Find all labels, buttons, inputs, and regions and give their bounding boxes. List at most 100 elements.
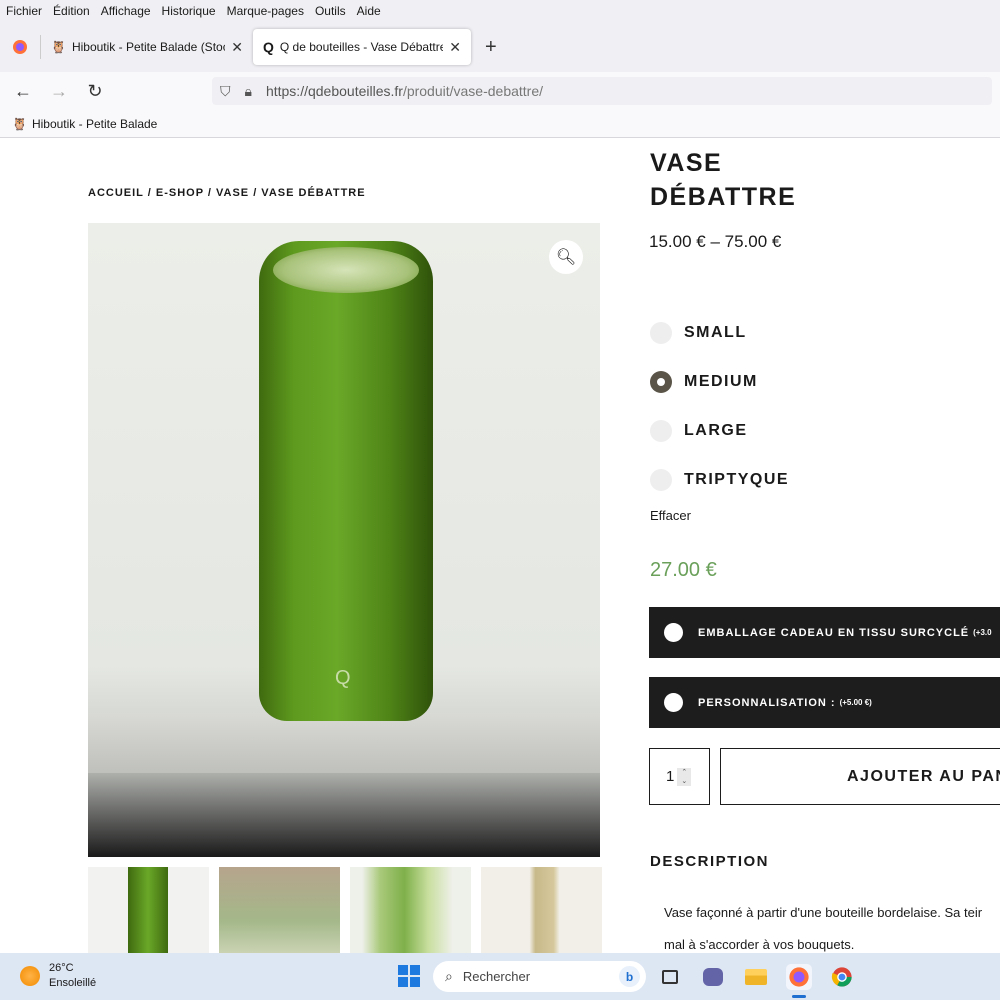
product-title-line2: DÉBATTRE <box>650 183 797 211</box>
url-path: /produit/vase-debattre/ <box>402 83 544 99</box>
menu-fichier[interactable]: Fichier <box>6 4 42 18</box>
addon-radio[interactable] <box>664 623 683 642</box>
addon-radio[interactable] <box>664 693 683 712</box>
selected-price: 27.00 € <box>650 559 717 581</box>
menu-edition[interactable]: Édition <box>53 4 90 18</box>
addon-extra: (+3.0 <box>973 628 992 637</box>
quantity-stepper[interactable]: 1 ⌃ ⌄ <box>649 748 710 805</box>
radio-small[interactable] <box>650 321 672 344</box>
active-app-indicator <box>792 995 806 998</box>
url-host: https://qdebouteilles.fr <box>265 83 403 99</box>
radio-triptyque[interactable] <box>650 468 672 491</box>
web-page: ACCUEIL / E-SHOP / VASE / VASE DÉBATTRE … <box>0 138 1000 953</box>
thumbnail-1[interactable] <box>88 867 209 953</box>
vase-rim <box>273 247 419 293</box>
firefox-view-button[interactable] <box>0 27 40 67</box>
firefox-icon <box>13 40 27 54</box>
weather-condition: Ensoleillé <box>49 977 97 989</box>
search-placeholder: Rechercher <box>462 969 531 984</box>
tab-title: Q de bouteilles - Vase Débattre <box>279 40 444 54</box>
thumbnail-2[interactable] <box>219 867 340 953</box>
tab-qdebouteilles[interactable]: Q Q de bouteilles - Vase Débattre ✕ <box>253 29 471 65</box>
menu-marque-pages[interactable]: Marque-pages <box>227 4 304 18</box>
task-view-icon[interactable] <box>657 964 683 990</box>
stepper-arrows-icon[interactable]: ⌃ ⌄ <box>677 767 692 786</box>
size-option-triptyque[interactable]: TRIPTYQUE <box>650 455 789 504</box>
arrow-left-icon: ← <box>14 80 32 101</box>
menu-historique[interactable]: Historique <box>162 4 216 18</box>
size-label: TRIPTYQUE <box>684 470 790 488</box>
description-title: DESCRIPTION <box>650 853 770 870</box>
addon-gift-wrap[interactable]: EMBALLAGE CADEAU EN TISSU SURCYCLÉ (+3.0 <box>649 607 1000 658</box>
shield-icon[interactable]: ⛉ <box>220 83 231 100</box>
menu-bar: Fichier Édition Affichage Historique Mar… <box>0 0 1000 22</box>
size-label: MEDIUM <box>684 372 758 390</box>
taskbar-search[interactable]: ⌕ Rechercher b <box>433 961 646 992</box>
tab-bar: 🦉 Hiboutik - Petite Balade (Stock ✕ Q Q … <box>0 22 1000 72</box>
price-range: 15.00 € – 75.00 € <box>649 232 782 251</box>
size-label: SMALL <box>684 323 747 341</box>
forward-button[interactable]: → <box>41 73 77 109</box>
chrome-icon[interactable] <box>829 964 855 990</box>
size-option-small[interactable]: SMALL <box>650 308 789 357</box>
reset-link[interactable]: Effacer <box>650 508 691 523</box>
firefox-taskbar-icon[interactable] <box>786 964 812 990</box>
q-logo-icon: Q <box>263 39 274 55</box>
thumbnail-gallery <box>88 867 602 953</box>
bing-icon[interactable]: b <box>619 966 640 987</box>
weather-widget[interactable]: 26°C Ensoleillé <box>20 961 96 991</box>
menu-aide[interactable]: Aide <box>357 4 381 18</box>
product-main-image[interactable]: Q 🔍︎ <box>88 223 600 857</box>
menu-outils[interactable]: Outils <box>315 4 346 18</box>
navigation-bar: ← → ↻ ⛉ 🔒︎ https://qdebouteilles.fr/prod… <box>0 72 1000 110</box>
addon-extra: (+5.00 €) <box>839 698 872 707</box>
quantity-value: 1 <box>666 768 675 785</box>
back-button[interactable]: ← <box>5 73 41 109</box>
weather-temperature: 26°C <box>49 962 74 974</box>
sun-icon <box>20 966 40 986</box>
bookmarks-bar: 🦉 Hiboutik - Petite Balade <box>0 110 1000 138</box>
description-text: Vase façonné à partir d'une bouteille bo… <box>664 897 1000 953</box>
zoom-button[interactable]: 🔍︎ <box>549 240 583 274</box>
breadcrumb[interactable]: ACCUEIL / E-SHOP / VASE / VASE DÉBATTRE <box>88 187 366 199</box>
url-bar[interactable]: ⛉ 🔒︎ https://qdebouteilles.fr/produit/va… <box>212 77 992 105</box>
image-ledge <box>88 713 600 773</box>
owl-icon: 🦉 <box>51 40 66 54</box>
description-line: mal à s'accorder à vos bouquets. <box>664 937 855 952</box>
size-options: SMALL MEDIUM LARGE TRIPTYQUE <box>650 308 789 504</box>
thumbnail-4[interactable] <box>481 867 602 953</box>
teams-icon[interactable] <box>700 964 726 990</box>
close-icon[interactable]: ✕ <box>449 39 461 56</box>
size-label: LARGE <box>684 421 748 439</box>
bookmark-hiboutik[interactable]: Hiboutik - Petite Balade <box>32 117 157 131</box>
arrow-right-icon: → <box>50 80 68 101</box>
radio-large[interactable] <box>650 419 672 442</box>
file-explorer-icon[interactable] <box>743 964 769 990</box>
addon-label: EMBALLAGE CADEAU EN TISSU SURCYCLÉ <box>698 626 970 639</box>
product-title: VASE DÉBATTRE <box>650 146 796 214</box>
size-option-large[interactable]: LARGE <box>650 406 789 455</box>
addon-personalisation[interactable]: PERSONNALISATION : (+5.00 €) <box>649 677 1000 728</box>
new-tab-button[interactable]: + <box>485 36 497 59</box>
green-vase: Q <box>259 241 433 721</box>
add-to-cart-button[interactable]: AJOUTER AU PAN <box>720 748 1000 805</box>
close-icon[interactable]: ✕ <box>231 39 243 56</box>
product-title-line1: VASE <box>650 149 723 177</box>
owl-icon: 🦉 <box>12 116 27 131</box>
q-logo-icon: Q <box>335 667 351 689</box>
radio-medium[interactable] <box>650 370 672 393</box>
addon-label: PERSONNALISATION : <box>698 696 836 709</box>
lock-icon[interactable]: 🔒︎ <box>245 83 252 100</box>
tab-title: Hiboutik - Petite Balade (Stock <box>71 40 226 54</box>
windows-start-icon[interactable] <box>398 965 420 987</box>
size-option-medium[interactable]: MEDIUM <box>650 357 789 406</box>
search-icon: ⌕ <box>445 968 453 984</box>
reload-icon: ↻ <box>87 80 103 101</box>
tab-hiboutik[interactable]: 🦉 Hiboutik - Petite Balade (Stock ✕ <box>41 29 253 65</box>
menu-affichage[interactable]: Affichage <box>101 4 151 18</box>
description-line: Vase façonné à partir d'une bouteille bo… <box>664 905 983 920</box>
thumbnail-3[interactable] <box>350 867 471 953</box>
taskbar: 26°C Ensoleillé ⌕ Rechercher b <box>0 953 1000 1000</box>
reload-button[interactable]: ↻ <box>77 73 113 109</box>
magnifier-icon: 🔍︎ <box>555 249 577 266</box>
